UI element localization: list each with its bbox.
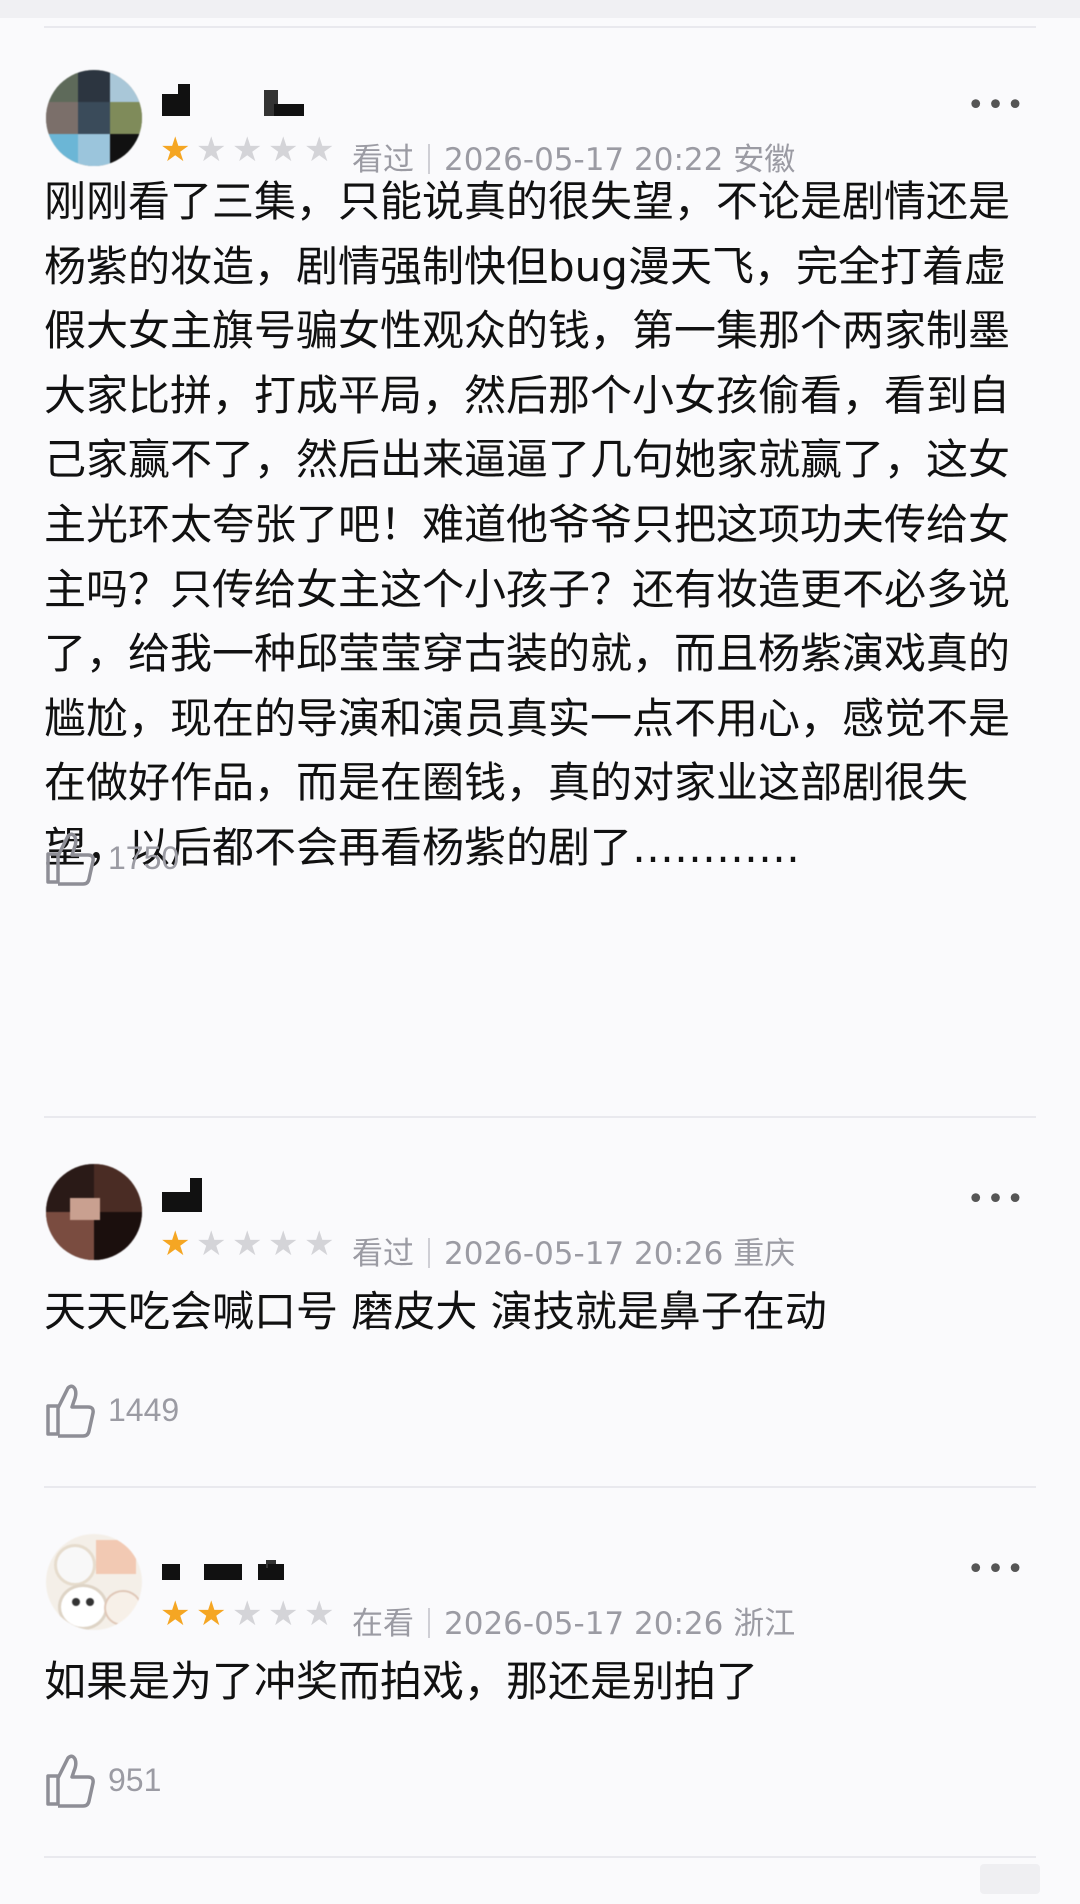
more-icon[interactable]: ••• [967,88,1026,123]
review-text: 刚刚看了三集，只能说真的很失望，不论是剧情还是杨紫的妆造，剧情强制快但bug漫天… [44,177,1011,872]
location: 浙江 [733,1606,796,1642]
avatar[interactable] [46,1164,142,1260]
thumbs-up-icon [46,1384,95,1438]
meta-divider [428,1238,430,1268]
divider [44,26,1036,28]
like-count: 1750 [108,840,180,876]
star-icon: ★ [160,1224,191,1264]
star-icon: ★ [268,1594,299,1634]
datetime: 2026-05-17 20:26 [444,1236,724,1272]
divider [44,1486,1036,1488]
divider [44,1116,1036,1118]
like-count: 1449 [108,1392,180,1428]
star-icon: ★ [268,130,299,170]
watermark [980,1864,1040,1894]
location: 重庆 [733,1236,796,1272]
star-icon: ★ [304,1594,335,1634]
star-icon: ★ [268,1224,299,1264]
more-icon[interactable]: ••• [967,1552,1026,1587]
avatar[interactable] [46,70,142,166]
star-icon: ★ [160,130,191,170]
like-count: 951 [108,1762,162,1798]
more-icon[interactable]: ••• [967,1182,1026,1217]
review-meta: 看过 2026-05-17 20:26 重庆 [352,1228,795,1273]
thumbs-up-icon [46,832,95,886]
top-strip [0,0,1080,18]
star-icon: ★ [196,130,227,170]
star-icon: ★ [232,1224,263,1264]
avatar[interactable] [46,1534,142,1630]
star-icon: ★ [232,130,263,170]
star-icon: ★ [232,1594,263,1634]
watch-status: 看过 [352,1236,414,1272]
datetime: 2026-05-17 20:26 [444,1606,724,1642]
review-meta: 在看 2026-05-17 20:26 浙江 [352,1598,795,1643]
star-icon: ★ [160,1594,191,1634]
watch-status: 在看 [352,1606,414,1642]
star-icon: ★ [196,1594,227,1634]
meta-divider [428,1608,430,1638]
star-icon: ★ [196,1224,227,1264]
review-text: 如果是为了冲奖而拍戏，那还是别拍了 [44,1657,759,1706]
star-icon: ★ [304,130,335,170]
review-text: 天天吃会喊口号 磨皮大 演技就是鼻子在动 [44,1287,827,1336]
star-icon: ★ [304,1224,335,1264]
thumbs-up-icon [46,1754,95,1808]
divider [44,1856,1036,1858]
